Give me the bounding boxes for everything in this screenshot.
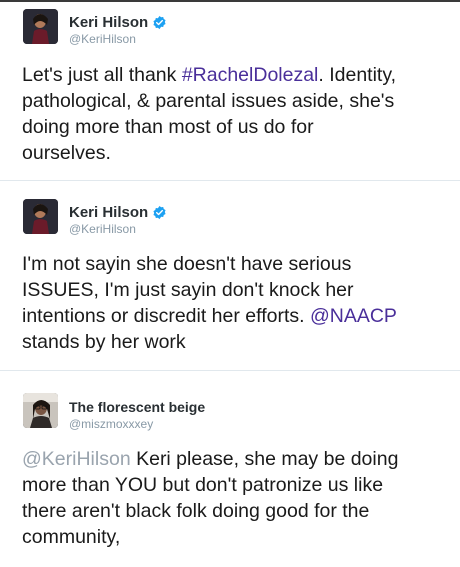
- handle[interactable]: @miszmoxxxey: [69, 417, 153, 431]
- tweet-card: The florescent beige @miszmoxxxey @KeriH…: [0, 370, 460, 567]
- display-name[interactable]: Keri Hilson: [69, 14, 148, 31]
- display-name[interactable]: Keri Hilson: [69, 204, 148, 221]
- verified-badge-icon: [153, 15, 166, 30]
- tweet-card: Keri Hilson @KeriHilson Let's just all t…: [0, 0, 460, 180]
- handle[interactable]: @KeriHilson: [69, 222, 136, 236]
- verified-badge-icon: [153, 205, 166, 220]
- avatar[interactable]: [23, 9, 58, 44]
- tweet-text-segment: I'm not sayin she doesn't have serious I…: [22, 253, 354, 327]
- mention-link[interactable]: @NAACP: [310, 305, 397, 327]
- tweet-text: @KeriHilson Keri please, she may be doin…: [22, 446, 452, 550]
- mention-link[interactable]: @KeriHilson: [22, 448, 131, 470]
- tweet-text-segment: stands by her work: [22, 331, 186, 353]
- tweet-text: I'm not sayin she doesn't have serious I…: [22, 251, 452, 355]
- hashtag-link[interactable]: #RachelDolezal: [182, 64, 319, 86]
- avatar[interactable]: [23, 393, 58, 428]
- tweet-text: Let's just all thank #RachelDolezal. Ide…: [22, 62, 452, 166]
- display-name[interactable]: The florescent beige: [69, 399, 205, 415]
- avatar[interactable]: [23, 199, 58, 234]
- tweet-card: Keri Hilson @KeriHilson I'm not sayin sh…: [0, 180, 460, 370]
- tweet-text-segment: Let's just all thank: [22, 64, 182, 86]
- handle[interactable]: @KeriHilson: [69, 32, 136, 46]
